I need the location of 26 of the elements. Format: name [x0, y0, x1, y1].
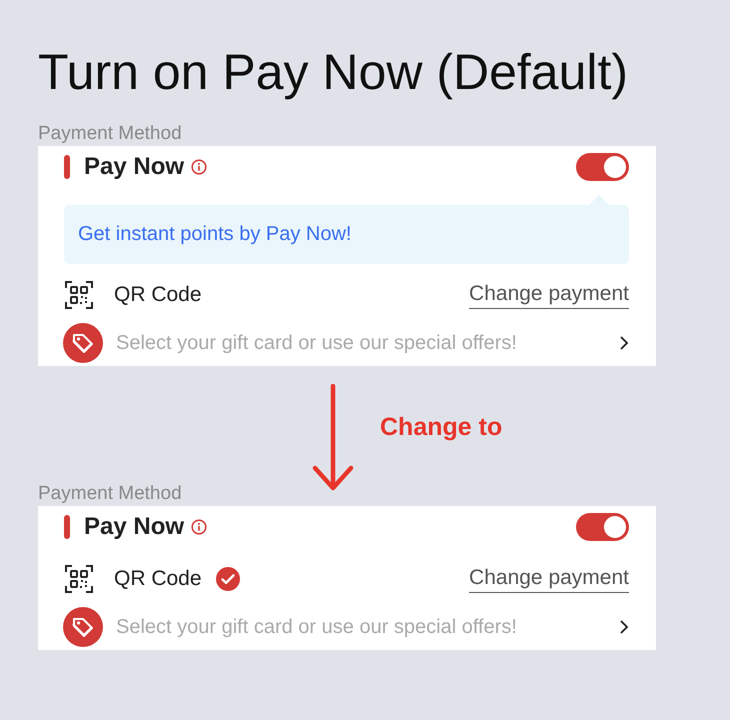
qr-code-icon: [64, 564, 94, 594]
tip-text: Get instant points by Pay Now!: [78, 223, 352, 246]
section-label: Payment Method: [38, 122, 183, 146]
tag-icon: [63, 323, 103, 363]
offer-text: Select your gift card or use our special offers!: [116, 616, 517, 638]
check-icon: [216, 567, 240, 591]
qr-code-icon: [64, 280, 94, 310]
method-name: QR Code: [114, 567, 202, 591]
info-icon[interactable]: [191, 519, 208, 535]
tag-icon: [63, 607, 103, 647]
accent-bar: [64, 155, 70, 179]
chevron-right-icon: [619, 336, 629, 350]
info-icon[interactable]: [191, 159, 208, 175]
offer-text: Select your gift card or use our special offers!: [116, 332, 517, 354]
toggle-switch[interactable]: [576, 153, 629, 181]
accent-bar: [64, 515, 70, 539]
change-payment-link[interactable]: Change payment: [469, 566, 629, 592]
section-label: Payment Method: [38, 482, 183, 506]
payment-heading: Pay Now: [84, 513, 184, 541]
annotation-text: Change to: [380, 413, 502, 442]
chevron-right-icon: [619, 620, 629, 634]
page-title: Turn on Pay Now (Default): [38, 43, 630, 102]
method-name: QR Code: [114, 283, 202, 307]
change-payment-link[interactable]: Change payment: [469, 282, 629, 308]
payment-heading: Pay Now: [84, 153, 184, 181]
toggle-switch[interactable]: [576, 513, 629, 541]
